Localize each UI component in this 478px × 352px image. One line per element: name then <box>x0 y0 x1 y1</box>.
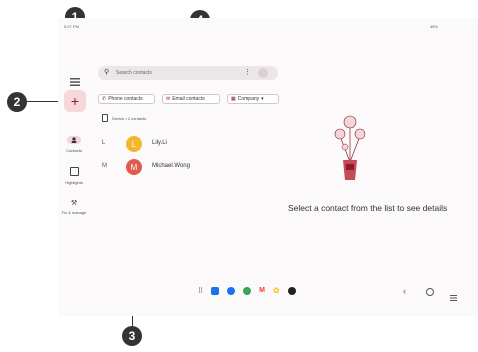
tablet-screen: 5:07 PM 48% + Contacts Highlights ⚒ Fix … <box>58 18 478 316</box>
search-icon: ⚲ <box>104 69 110 76</box>
nav-item-highlights[interactable]: Highlights <box>61 167 87 189</box>
device-icon <box>102 114 108 122</box>
home-button[interactable] <box>426 288 434 296</box>
phone-icon: ✆ <box>102 96 107 102</box>
contact-name: Michael.Wong <box>152 163 190 169</box>
gmail-icon[interactable]: M <box>259 287 265 294</box>
status-battery: 48% <box>430 24 439 29</box>
more-options-icon[interactable]: ⋮ <box>244 68 251 76</box>
contact-row-lily[interactable]: L L Lily.Li <box>98 135 278 153</box>
plus-icon: + <box>70 93 80 109</box>
device-row: Device • 2 contacts <box>102 114 146 122</box>
search-bar[interactable]: ⚲ Search contacts ⋮ <box>98 66 278 80</box>
search-input[interactable]: Search contacts <box>116 70 152 76</box>
nav-label-contacts: Contacts <box>66 148 82 153</box>
nav-item-contacts[interactable]: Contacts <box>61 136 87 158</box>
callout-3: 3 <box>122 326 142 346</box>
recents-button[interactable] <box>450 288 457 306</box>
camera-icon[interactable] <box>211 286 220 295</box>
device-label: Device • 2 contacts <box>112 115 147 121</box>
photos-icon[interactable]: ✿ <box>273 286 280 295</box>
filter-chip-email-label: Email contacts <box>172 96 205 102</box>
nav-item-fix-manage[interactable]: ⚒ Fix & manage <box>61 199 87 221</box>
company-icon: ▦ <box>231 96 236 102</box>
avatar: L <box>126 136 142 152</box>
nav-label-highlights: Highlights <box>65 180 83 185</box>
chevron-down-icon: ▾ <box>261 96 264 102</box>
contact-row-michael[interactable]: M M Michael.Wong <box>98 158 278 176</box>
app-drawer-icon[interactable]: ⠿ <box>198 287 203 295</box>
empty-state-text: Select a contact from the list to see de… <box>288 203 448 213</box>
callout-2: 2 <box>7 92 27 112</box>
filter-chip-company[interactable]: ▦ Company ▾ <box>227 94 279 104</box>
chrome-icon[interactable] <box>243 286 252 295</box>
nav-label-fix-manage: Fix & manage <box>61 210 87 215</box>
status-time: 5:07 PM <box>64 24 79 29</box>
messages-icon[interactable] <box>227 286 236 295</box>
filter-chip-phone-label: Phone contacts <box>108 96 143 102</box>
filter-chip-company-label: Company <box>237 96 260 102</box>
highlights-icon <box>69 167 79 176</box>
filter-chip-phone[interactable]: ✆ Phone contacts <box>98 94 155 104</box>
person-icon <box>67 136 81 144</box>
email-icon: ✉ <box>166 96 171 102</box>
avatar: M <box>126 159 142 175</box>
account-icon[interactable] <box>258 68 268 78</box>
back-button[interactable]: ‹ <box>403 286 406 296</box>
menu-icon[interactable] <box>70 73 80 86</box>
taskbar: ⠿ M ✿ <box>198 286 296 295</box>
section-letter-l: L <box>102 140 106 146</box>
section-letter-m: M <box>102 163 107 169</box>
filter-chip-email[interactable]: ✉ Email contacts <box>162 94 220 104</box>
empty-state-illustration <box>330 114 370 184</box>
camera-app-icon[interactable] <box>287 286 296 295</box>
wrench-icon: ⚒ <box>70 200 78 207</box>
create-contact-button[interactable]: + <box>64 90 86 112</box>
contact-name: Lily.Li <box>152 140 167 146</box>
